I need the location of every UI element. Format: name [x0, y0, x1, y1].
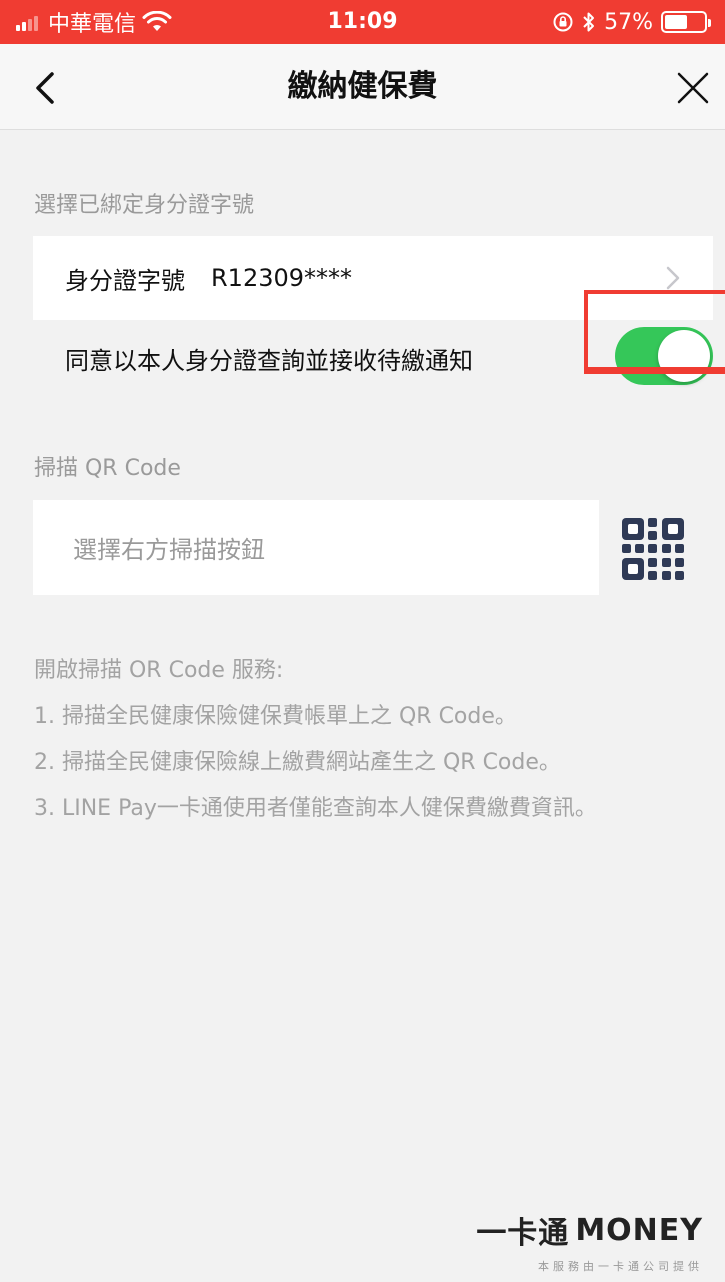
bluetooth-icon	[583, 12, 595, 32]
battery-percent: 57%	[604, 9, 653, 35]
highlight-frame	[584, 290, 725, 374]
info-item: 3. LINE Pay一卡通使用者僅能查詢本人健保費繳費資訊。	[34, 796, 597, 821]
id-section-label: 選擇已綁定身分證字號	[34, 193, 255, 218]
info-block: 開啟掃描 OR Code 服務: 1. 掃描全民健康保險健保費帳單上之 QR C…	[34, 648, 714, 832]
battery-level	[665, 15, 687, 29]
chevron-right-icon	[666, 266, 680, 290]
info-item: 1. 掃描全民健康保險健保費帳單上之 QR Code。	[34, 704, 517, 729]
brand-logo-prefix: 一卡通	[476, 1216, 570, 1251]
id-label: 身分證字號	[65, 266, 185, 295]
qr-placeholder: 選擇右方掃描按鈕	[73, 536, 265, 564]
id-value: R12309****	[211, 264, 353, 292]
info-item: 2. 掃描全民健康保險線上繳費網站產生之 QR Code。	[34, 750, 561, 775]
info-heading: 開啟掃描 OR Code 服務:	[34, 658, 284, 683]
qr-code-icon[interactable]	[620, 516, 686, 582]
qr-section-label: 掃描 QR Code	[34, 456, 181, 481]
page-title: 繳納健保費	[287, 69, 438, 104]
brand-logo: 一卡通 MONEY	[476, 1208, 703, 1252]
status-bar: 中華電信 11:09 57%	[0, 0, 725, 44]
brand-footer: 一卡通 MONEY 本服務由一卡通公司提供	[476, 1208, 703, 1274]
status-right: 57%	[552, 0, 711, 44]
qr-code-input[interactable]: 選擇右方掃描按鈕	[33, 500, 599, 595]
battery-icon	[661, 11, 711, 33]
consent-label: 同意以本人身分證查詢並接收待繳通知	[65, 346, 473, 375]
brand-subtitle: 本服務由一卡通公司提供	[538, 1260, 703, 1273]
rotation-lock-icon	[553, 12, 573, 32]
brand-logo-money: MONEY	[575, 1212, 703, 1248]
close-icon[interactable]	[671, 66, 715, 110]
highlight-frame-bottom	[584, 367, 725, 371]
nav-bar: 繳納健保費	[0, 44, 725, 130]
